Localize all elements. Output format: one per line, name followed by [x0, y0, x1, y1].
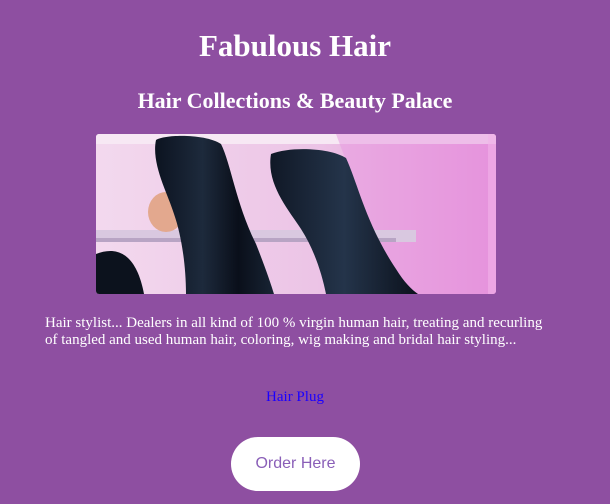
description-text: Hair stylist... Dealers in all kind of 1… [45, 315, 543, 348]
hero-image [96, 134, 496, 294]
page-title: Fabulous Hair [198, 28, 392, 63]
hair-plug-link[interactable]: Hair Plug [0, 388, 590, 406]
order-here-button[interactable]: Order Here [231, 437, 360, 491]
page-subtitle: Hair Collections & Beauty Palace [137, 88, 453, 113]
